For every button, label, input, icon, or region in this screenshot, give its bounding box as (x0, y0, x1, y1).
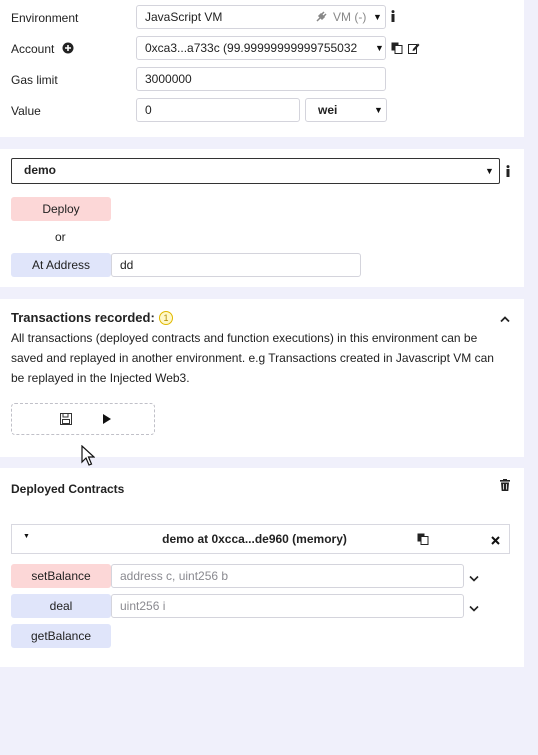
deployed-contracts-panel: Deployed Contracts ▼ demo at 0xcca...de9… (0, 468, 524, 667)
function-input-placeholder: uint256 i (120, 599, 166, 613)
function-button-deal[interactable]: deal (11, 594, 111, 618)
chevron-down-icon[interactable] (469, 572, 479, 586)
deploy-button[interactable]: Deploy (11, 197, 111, 221)
environment-label: Environment (11, 11, 79, 25)
transactions-description-line: All transactions (deployed contracts and… (11, 331, 478, 345)
deployed-contracts-title: Deployed Contracts (11, 482, 125, 496)
or-label: or (55, 230, 66, 244)
function-button-getbalance[interactable]: getBalance (11, 624, 111, 648)
function-button-setbalance[interactable]: setBalance (11, 564, 111, 588)
chevron-down-icon: ▼ (374, 105, 383, 115)
copy-icon[interactable] (391, 42, 403, 57)
info-icon[interactable] (390, 10, 396, 25)
at-address-button[interactable]: At Address (11, 253, 111, 277)
transactions-count-badge: 1 (159, 311, 173, 325)
environment-select[interactable]: JavaScript VM VM (-) ▼ (136, 5, 386, 29)
plug-icon (315, 6, 327, 28)
value-label: Value (11, 104, 41, 118)
chevron-down-icon[interactable] (469, 602, 479, 616)
copy-icon[interactable] (417, 533, 429, 548)
settings-panel: Environment JavaScript VM VM (-) ▼ Accou… (0, 0, 524, 137)
environment-value: JavaScript VM (145, 10, 223, 24)
close-icon[interactable] (491, 534, 500, 548)
save-icon[interactable] (60, 413, 72, 428)
trash-icon[interactable] (500, 479, 510, 494)
gas-limit-input[interactable]: 3000000 (136, 67, 386, 91)
contract-panel: demo ▼ Deploy or At Address dd (0, 149, 524, 287)
gas-limit-label: Gas limit (11, 73, 58, 87)
contract-select[interactable]: demo ▼ (11, 158, 500, 184)
plus-circle-icon[interactable] (62, 42, 74, 57)
info-icon[interactable] (505, 165, 511, 180)
value-input[interactable]: 0 (136, 98, 300, 122)
transactions-actions (11, 403, 155, 435)
chevron-up-icon[interactable] (500, 312, 510, 326)
transactions-description: All transactions (deployed contracts and… (11, 328, 511, 388)
value-unit-select[interactable]: wei ▼ (305, 98, 387, 122)
transactions-description-line: be replayed in the Injected Web3. (11, 371, 190, 385)
environment-vm-badge: VM (-) (333, 10, 367, 24)
transactions-panel: Transactions recorded: 1 All transaction… (0, 299, 524, 457)
value-unit: wei (318, 103, 338, 117)
account-label: Account (11, 42, 55, 56)
account-select[interactable]: 0xca3...a733c (99.99999999999755032 ▼ (136, 36, 386, 60)
transactions-title: Transactions recorded: (11, 310, 155, 325)
account-value: 0xca3...a733c (99.99999999999755032 (145, 41, 358, 55)
contract-instance-header[interactable]: ▼ demo at 0xcca...de960 (memory) (11, 524, 510, 554)
transactions-description-line: saved and replayed in another environmen… (11, 351, 494, 365)
edit-icon[interactable] (408, 42, 420, 57)
mouse-cursor-icon (81, 444, 96, 470)
chevron-down-icon: ▼ (373, 37, 384, 59)
play-icon[interactable] (102, 413, 112, 428)
function-input-deal[interactable]: uint256 i (111, 594, 464, 618)
contract-selected: demo (24, 163, 57, 177)
function-input-setbalance[interactable]: address c, uint256 b (111, 564, 464, 588)
chevron-down-icon: ▼ (485, 166, 494, 176)
chevron-down-icon: ▼ (373, 12, 382, 22)
function-input-placeholder: address c, uint256 b (120, 569, 229, 583)
at-address-input[interactable]: dd (111, 253, 361, 277)
